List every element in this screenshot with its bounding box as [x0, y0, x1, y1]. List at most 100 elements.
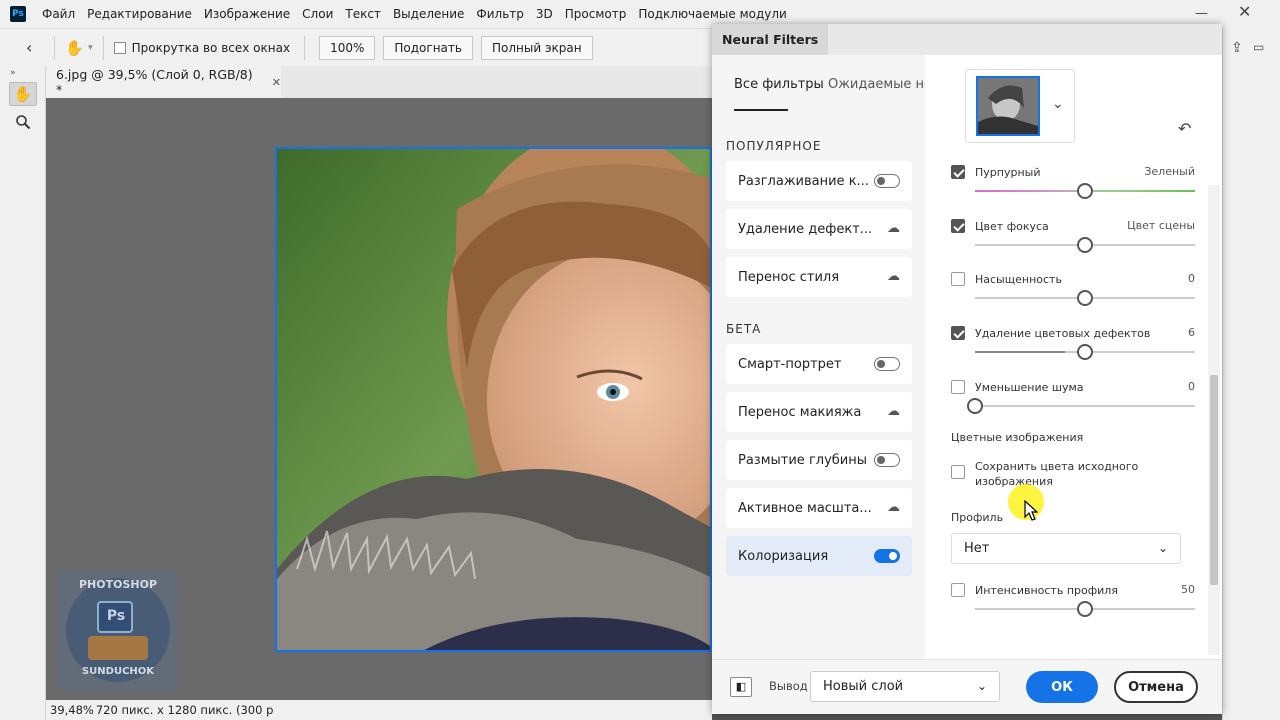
filter-depth-blur[interactable]: Размытие глубины [726, 440, 912, 480]
filter-colorize[interactable]: Колоризация [726, 536, 912, 576]
close-window-icon[interactable]: ✕ [1238, 2, 1251, 21]
menu-select[interactable]: Выделение [387, 7, 470, 21]
cancel-button[interactable]: Отмена [1114, 671, 1198, 703]
tab-all-filters[interactable]: Все фильтры [734, 77, 824, 92]
filter-smart-portrait[interactable]: Смарт-портрет [726, 344, 912, 384]
slider-track[interactable] [975, 405, 1195, 407]
menu-edit[interactable]: Редактирование [81, 7, 198, 21]
scrollbar-thumb[interactable] [1210, 375, 1218, 585]
filter-label: Активное масшта... [738, 500, 872, 516]
zoom-tool-icon[interactable] [9, 110, 37, 134]
slider-knob[interactable] [1077, 601, 1093, 617]
filter-label: Смарт-портрет [738, 356, 842, 372]
scroll-all-label: Прокрутка во всех окнах [131, 40, 291, 55]
menu-plugins[interactable]: Подключаемые модули [632, 7, 793, 21]
menu-3d[interactable]: 3D [530, 7, 559, 21]
ok-button[interactable]: ОК [1026, 671, 1098, 703]
document-tab[interactable]: 6.jpg @ 39,5% (Слой 0, RGB/8) * ✕ [46, 66, 281, 98]
right-panel-strip: ⇪ ▭ [1222, 28, 1280, 720]
profile-heading: Профиль [951, 511, 1004, 524]
expand-toolbar-icon[interactable]: » [10, 68, 45, 78]
profile-select[interactable]: Нет ⌄ [951, 533, 1181, 564]
section-popular: ПОПУЛЯРНОЕ [726, 139, 822, 153]
setting-value: 6 [1188, 326, 1195, 339]
minimize-icon[interactable]: — [1195, 6, 1208, 21]
filter-jpeg-artifacts[interactable]: Удаление дефект... ☁ [726, 209, 912, 249]
slider-knob[interactable] [1077, 183, 1093, 199]
back-arrow-icon[interactable]: ‹ [26, 38, 32, 57]
reset-icon[interactable]: ↶ [1178, 119, 1191, 138]
filter-toggle[interactable] [874, 549, 900, 563]
slider-knob[interactable] [1077, 237, 1093, 253]
chevron-down-icon[interactable]: ⌄ [1052, 96, 1064, 112]
filter-tabs: Все фильтры Ожидаемые новин [734, 77, 926, 92]
filter-super-zoom[interactable]: Активное масшта... ☁ [726, 488, 912, 528]
filter-list-panel: Все фильтры Ожидаемые новин ПОПУЛЯРНОЕ Р… [712, 55, 926, 659]
cloud-download-icon[interactable]: ☁ [887, 500, 900, 515]
workspace-icon[interactable]: ▭ [1253, 40, 1264, 54]
setting-value: Зеленый [1144, 165, 1195, 178]
menu-file[interactable]: Файл [36, 7, 81, 21]
output-select-value: Новый слой [823, 679, 904, 694]
document-tab-title: 6.jpg @ 39,5% (Слой 0, RGB/8) * [56, 67, 253, 97]
fullscreen-button[interactable]: Полный экран [480, 35, 593, 60]
watermark-logo: PHOTOSHOP Ps SUNDUCHOK [58, 570, 178, 690]
scroll-all-checkbox[interactable] [113, 41, 126, 54]
filter-style-transfer[interactable]: Перенос стиля ☁ [726, 257, 912, 297]
setting-checkbox[interactable] [951, 465, 965, 479]
slider-knob[interactable] [1077, 344, 1093, 360]
setting-label: Пурпурный [975, 166, 1041, 179]
hand-tool-icon[interactable]: ✋ [65, 39, 84, 57]
compare-view-icon[interactable]: ◧ [730, 677, 752, 697]
share-icon[interactable]: ⇪ [1231, 40, 1243, 56]
setting-checkbox[interactable] [951, 219, 965, 233]
filter-toggle[interactable] [874, 174, 900, 188]
setting-checkbox[interactable] [951, 380, 965, 394]
setting-checkbox[interactable] [951, 165, 965, 179]
filter-toggle[interactable] [874, 357, 900, 371]
section-beta: БЕТА [726, 322, 762, 336]
output-select[interactable]: Новый слой ⌄ [810, 671, 1000, 702]
setting-label: Уменьшение шума [975, 381, 1084, 394]
cloud-download-icon[interactable]: ☁ [887, 221, 900, 236]
dialog-header: Neural Filters [712, 24, 1222, 55]
setting-checkbox[interactable] [951, 583, 965, 597]
cloud-download-icon[interactable]: ☁ [887, 269, 900, 284]
setting-checkbox[interactable] [951, 272, 965, 286]
status-bar: 39,48% 720 пикс. x 1280 пикс. (300 р [46, 700, 712, 720]
filter-makeup-transfer[interactable]: Перенос макияжа ☁ [726, 392, 912, 432]
chevron-down-icon: ⌄ [976, 679, 987, 693]
slider-knob[interactable] [967, 398, 983, 414]
photoshop-logo-icon: Ps [10, 6, 26, 22]
slider-knob[interactable] [1077, 290, 1093, 306]
cloud-download-icon[interactable]: ☁ [887, 404, 900, 419]
filter-toggle[interactable] [874, 453, 900, 467]
zoom-100-button[interactable]: 100% [319, 35, 376, 60]
settings-scrollbar[interactable] [1208, 185, 1220, 655]
menu-filter[interactable]: Фильтр [470, 7, 529, 21]
divider [102, 35, 104, 60]
menu-layers[interactable]: Слои [296, 7, 339, 21]
menu-image[interactable]: Изображение [198, 7, 296, 21]
setting-checkbox[interactable] [951, 326, 965, 340]
setting-label: Удаление цветовых дефектов [975, 327, 1151, 340]
filter-skin-smoothing[interactable]: Разглаживание к... [726, 161, 912, 201]
menu-view[interactable]: Просмотр [559, 7, 633, 21]
close-tab-icon[interactable]: ✕ [272, 76, 281, 89]
setting-value: 0 [1188, 272, 1195, 285]
menu-type[interactable]: Текст [339, 7, 387, 21]
fit-screen-button[interactable]: Подогнать [383, 35, 473, 60]
chevron-down-icon[interactable]: ▾ [88, 43, 93, 53]
mouse-pointer-icon [1024, 500, 1038, 521]
tab-wait-list[interactable]: Ожидаемые новин [828, 77, 926, 92]
setting-value: 0 [1188, 380, 1195, 393]
divider [54, 35, 56, 60]
dialog-title: Neural Filters [712, 24, 829, 55]
setting-focus-color: Цвет фокуса Цвет сцены [949, 217, 1195, 265]
setting-color-artifact-removal: Удаление цветовых дефектов 6 [949, 324, 1195, 372]
document-image[interactable] [275, 147, 712, 652]
reference-image-picker[interactable]: ⌄ [965, 69, 1075, 143]
zoom-level[interactable]: 39,48% [50, 703, 94, 717]
filter-label: Размытие глубины [738, 452, 868, 468]
hand-tool-icon[interactable]: ✋ [9, 82, 37, 106]
